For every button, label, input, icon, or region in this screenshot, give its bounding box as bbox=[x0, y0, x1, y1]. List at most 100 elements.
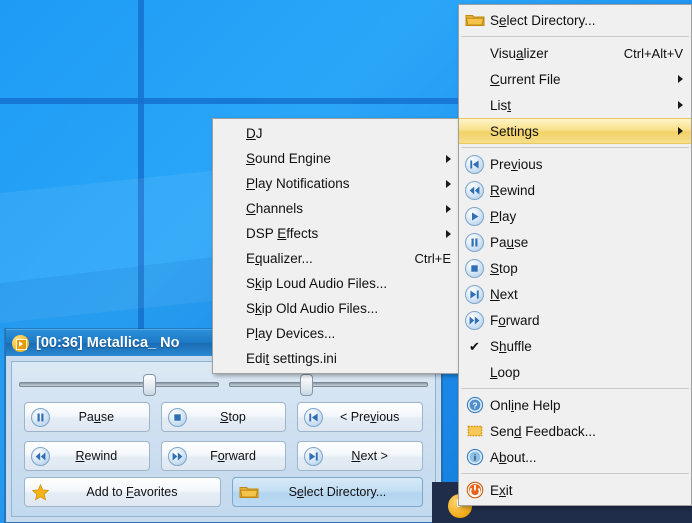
chevron-right-icon bbox=[446, 179, 451, 188]
check-icon: ✔ bbox=[469, 338, 480, 354]
player-button-label: < Previous bbox=[339, 410, 400, 424]
menu-item-gutter bbox=[459, 481, 490, 499]
menu-item-gutter bbox=[459, 422, 490, 440]
submenu-item-label: Channels bbox=[246, 201, 304, 216]
menu-item-label: About... bbox=[490, 449, 537, 465]
svg-text:?: ? bbox=[472, 401, 477, 411]
menu-item-label: Visualizer bbox=[490, 45, 549, 61]
menu-item-gutter: ✔ bbox=[459, 340, 490, 353]
player-button-folder[interactable]: Select Directory... bbox=[231, 477, 423, 507]
menu-item-stop[interactable]: Stop bbox=[459, 255, 691, 281]
menu-item-gutter bbox=[459, 180, 490, 200]
chevron-right-icon bbox=[678, 75, 683, 83]
menu-item-forward[interactable]: Forward bbox=[459, 307, 691, 333]
next-icon bbox=[304, 446, 324, 466]
submenu-item-skip-loud-audio-files[interactable]: Skip Loud Audio Files... bbox=[213, 271, 459, 296]
forward-icon bbox=[465, 310, 484, 330]
menu-item-select-directory[interactable]: Select Directory... bbox=[459, 7, 691, 33]
menu-item-label: Next bbox=[490, 286, 518, 302]
submenu-item-sound-engine[interactable]: Sound Engine bbox=[213, 146, 459, 171]
volume-slider-track bbox=[228, 382, 428, 387]
menu-item-label: Pause bbox=[490, 234, 529, 250]
menu-item-list[interactable]: List bbox=[459, 92, 691, 118]
submenu-item-accelerator: Ctrl+E bbox=[414, 251, 451, 266]
menu-item-label: Current File bbox=[490, 71, 561, 87]
submenu-item-edit-settings-ini[interactable]: Edit settings.ini bbox=[213, 346, 459, 371]
submenu-item-label: Edit settings.ini bbox=[246, 351, 337, 366]
exit-icon bbox=[466, 481, 484, 499]
rewind-icon bbox=[465, 180, 484, 200]
folder-icon bbox=[465, 12, 485, 28]
menu-item-label: Previous bbox=[490, 156, 543, 172]
player-button-label: Add to Favorites bbox=[86, 485, 178, 499]
seek-slider[interactable] bbox=[19, 369, 219, 397]
menu-item-visualizer[interactable]: Visualizer Ctrl+Alt+V bbox=[459, 40, 691, 66]
menu-item-next[interactable]: Next bbox=[459, 281, 691, 307]
menu-item-gutter bbox=[459, 206, 490, 226]
menu-item-play[interactable]: Play bbox=[459, 203, 691, 229]
player-button-label: Select Directory... bbox=[288, 485, 387, 499]
submenu-item-play-notifications[interactable]: Play Notifications bbox=[213, 171, 459, 196]
menu-item-label: Stop bbox=[490, 260, 518, 276]
menu-item-gutter bbox=[459, 232, 490, 252]
menu-item-online-help[interactable]: ? Online Help bbox=[459, 392, 691, 418]
menu-item-shuffle[interactable]: ✔ Shuffle bbox=[459, 333, 691, 359]
player-button-previous[interactable]: < Previous bbox=[297, 402, 423, 432]
previous-icon bbox=[304, 407, 324, 427]
submenu-item-channels[interactable]: Channels bbox=[213, 196, 459, 221]
submenu-item-label: Skip Loud Audio Files... bbox=[246, 276, 388, 291]
menu-item-label: Loop bbox=[490, 364, 521, 380]
menu-item-previous[interactable]: Previous bbox=[459, 151, 691, 177]
player-button-next[interactable]: Next > bbox=[297, 441, 423, 471]
player-button-label: Stop bbox=[220, 410, 246, 424]
player-button-stop[interactable]: Stop bbox=[160, 402, 287, 432]
submenu-item-dj[interactable]: DJ bbox=[213, 121, 459, 146]
menu-item-about[interactable]: i About... bbox=[459, 444, 691, 470]
info-icon: i bbox=[466, 448, 484, 466]
menu-item-pause[interactable]: Pause bbox=[459, 229, 691, 255]
menu-item-exit[interactable]: Exit bbox=[459, 477, 691, 503]
menu-item-label: Rewind bbox=[490, 182, 536, 198]
player-button-label: Next > bbox=[351, 449, 388, 463]
menu-item-rewind[interactable]: Rewind bbox=[459, 177, 691, 203]
player-button-grid: Pause Stop < Previous Rewind Forward Next > bbox=[24, 402, 423, 471]
menu-item-label: List bbox=[490, 97, 512, 113]
submenu-item-dsp-effects[interactable]: DSP Effects bbox=[213, 221, 459, 246]
submenu-item-label: Sound Engine bbox=[246, 151, 331, 166]
help-icon: ? bbox=[466, 396, 484, 414]
submenu-item-label: DJ bbox=[246, 126, 263, 141]
play-icon bbox=[465, 206, 484, 226]
menu-item-settings[interactable]: Settings bbox=[459, 118, 691, 144]
menu-item-label: Forward bbox=[490, 312, 540, 328]
menu-item-send-feedback[interactable]: Send Feedback... bbox=[459, 418, 691, 444]
submenu-item-label: DSP Effects bbox=[246, 226, 319, 241]
player-button-label: Rewind bbox=[75, 449, 118, 463]
player-button-rewind[interactable]: Rewind bbox=[24, 441, 150, 471]
seek-slider-thumb[interactable] bbox=[142, 374, 156, 396]
chevron-right-icon bbox=[446, 204, 451, 213]
menu-item-label: Settings bbox=[490, 123, 539, 139]
player-button-pause[interactable]: Pause bbox=[24, 402, 150, 432]
submenu-item-skip-old-audio-files[interactable]: Skip Old Audio Files... bbox=[213, 296, 459, 321]
menu-item-current-file[interactable]: Current File bbox=[459, 66, 691, 92]
player-button-label: Forward bbox=[210, 449, 256, 463]
desktop: [00:36] Metallica_ No Pause Stop < Previou… bbox=[0, 0, 692, 523]
next-icon bbox=[465, 284, 484, 304]
previous-icon bbox=[465, 154, 484, 174]
submenu-item-label: Play Notifications bbox=[246, 176, 350, 191]
volume-slider-thumb[interactable] bbox=[300, 374, 314, 396]
menu-item-loop[interactable]: Loop bbox=[459, 359, 691, 385]
submenu-item-equalizer[interactable]: Equalizer... Ctrl+E bbox=[213, 246, 459, 271]
menu-item-gutter bbox=[459, 310, 490, 330]
submenu-item-play-devices[interactable]: Play Devices... bbox=[213, 321, 459, 346]
player-button-row-3: Add to Favorites Select Directory... bbox=[24, 477, 423, 507]
settings-submenu: DJ Sound Engine Play Notifications Channels… bbox=[212, 118, 460, 374]
menu-item-gutter: ? bbox=[459, 396, 490, 414]
menu-item-label: Shuffle bbox=[490, 338, 532, 354]
submenu-item-label: Play Devices... bbox=[246, 326, 336, 341]
stop-icon bbox=[167, 407, 187, 427]
star-icon bbox=[31, 483, 50, 502]
menu-item-label: Send Feedback... bbox=[490, 423, 596, 439]
player-button-forward[interactable]: Forward bbox=[160, 441, 287, 471]
player-button-star[interactable]: Add to Favorites bbox=[24, 477, 221, 507]
